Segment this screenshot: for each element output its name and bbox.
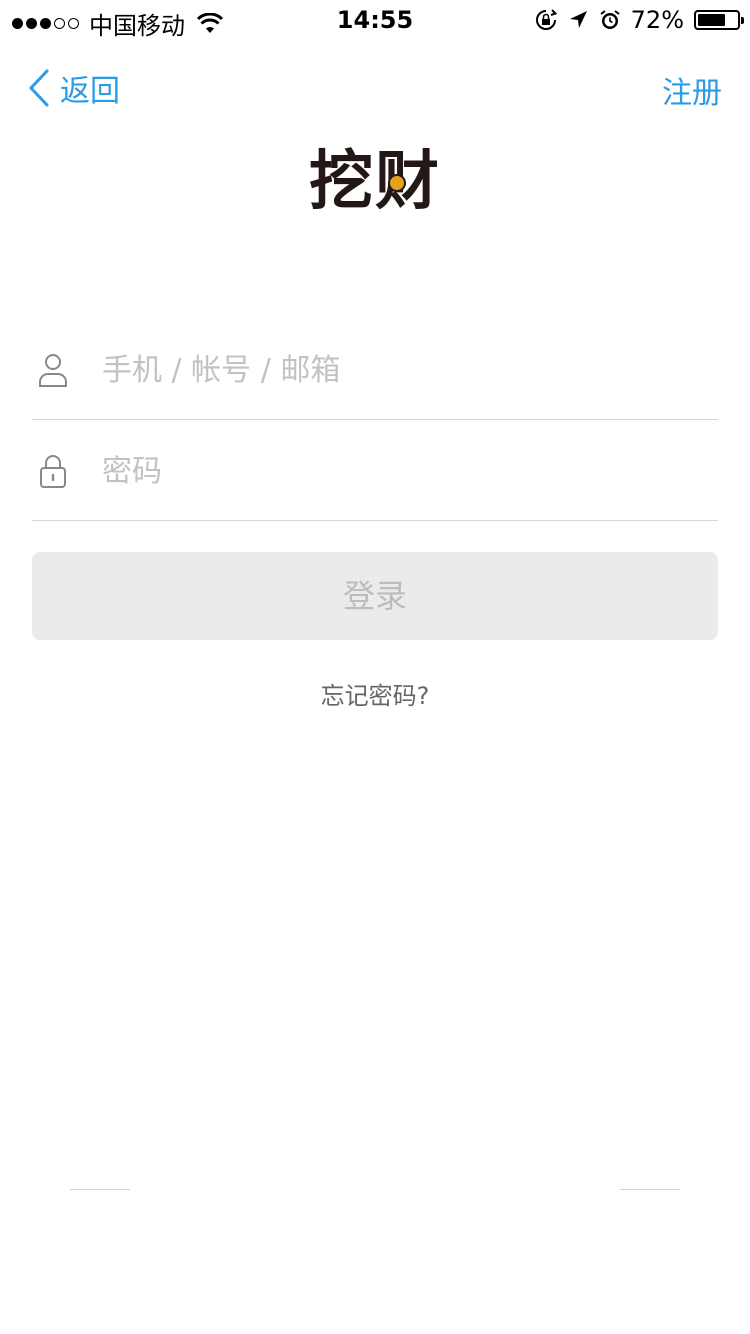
coin-icon (388, 174, 406, 192)
battery-percent: 72% (630, 6, 684, 34)
back-label: 返回 (60, 74, 120, 109)
back-button[interactable]: 返回 (28, 66, 120, 110)
login-button[interactable]: 登录 (32, 552, 718, 640)
chevron-left-icon (29, 69, 49, 107)
alarm-icon (600, 10, 620, 29)
nav-bar: 返回 注册 (0, 60, 750, 116)
battery-icon (694, 10, 744, 30)
user-icon (39, 354, 67, 387)
location-arrow-icon (569, 11, 587, 28)
app-logo: 挖财 (0, 130, 750, 222)
account-field (32, 320, 718, 420)
logo-text: 挖财 (309, 145, 441, 219)
bottom-divider-right (620, 1189, 680, 1190)
bottom-divider-left (70, 1189, 130, 1190)
status-bar-right: 72% (535, 6, 744, 34)
login-screen: 中国移动 14:55 72% 返回 注册 挖财 手机 / 帐号 / 邮箱 登录 … (0, 0, 750, 1334)
register-button[interactable]: 注册 (662, 68, 722, 112)
account-input[interactable] (102, 344, 702, 396)
status-bar: 中国移动 14:55 72% (0, 0, 750, 40)
lock-icon (40, 455, 66, 488)
forgot-password-link[interactable]: 忘记密码? (0, 676, 750, 711)
password-input[interactable] (102, 445, 702, 497)
password-field (32, 421, 718, 521)
rotation-lock-icon (535, 9, 557, 30)
